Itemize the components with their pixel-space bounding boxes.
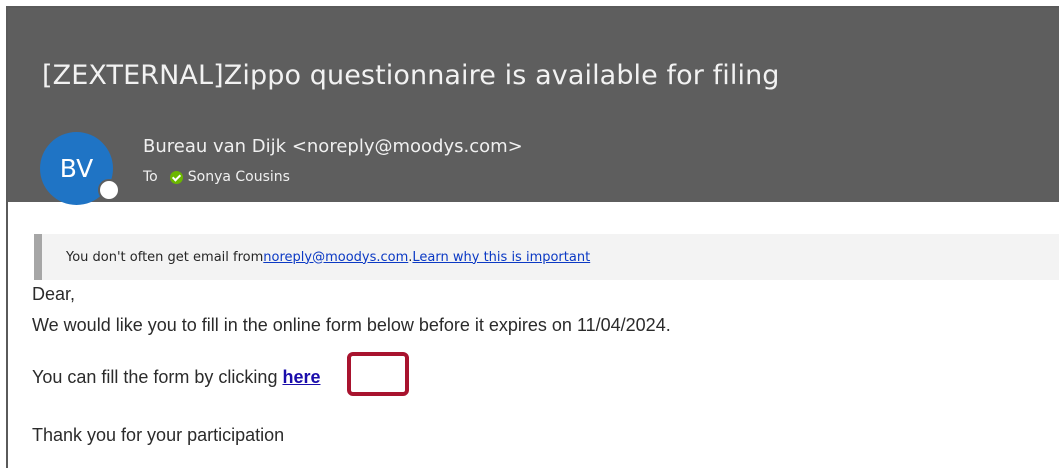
- body-line-expiry: We would like you to fill in the online …: [32, 315, 671, 335]
- recipient-line: To Sonya Cousins: [143, 169, 290, 185]
- notice-sender-link[interactable]: noreply@moodys.com: [263, 250, 408, 265]
- email-header: [ZEXTERNAL]Zippo questionnaire is availa…: [8, 8, 1059, 205]
- to-label: To: [143, 169, 158, 185]
- fill-text: You can fill the form by clicking: [32, 367, 283, 387]
- external-sender-notice: You don't often get email from noreply@m…: [34, 234, 1059, 280]
- body-line-fill: You can fill the form by clicking here: [32, 367, 320, 388]
- sender-name[interactable]: Bureau van Dijk <noreply@moodys.com>: [143, 136, 523, 157]
- closing-line: Thank you for your participation: [32, 425, 285, 445]
- notice-text: You don't often get email from: [66, 249, 264, 265]
- learn-why-link[interactable]: Learn why this is important: [412, 250, 590, 265]
- presence-available-icon: [169, 170, 183, 184]
- recipient-name[interactable]: Sonya Cousins: [188, 169, 290, 185]
- status-dot-icon: [98, 179, 120, 201]
- greeting: Dear,: [32, 284, 76, 304]
- link-highlight-box: [347, 352, 409, 396]
- email-reading-pane: [ZEXTERNAL]Zippo questionnaire is availa…: [6, 6, 1059, 468]
- email-subject: [ZEXTERNAL]Zippo questionnaire is availa…: [42, 60, 780, 91]
- here-link[interactable]: here: [282, 367, 320, 387]
